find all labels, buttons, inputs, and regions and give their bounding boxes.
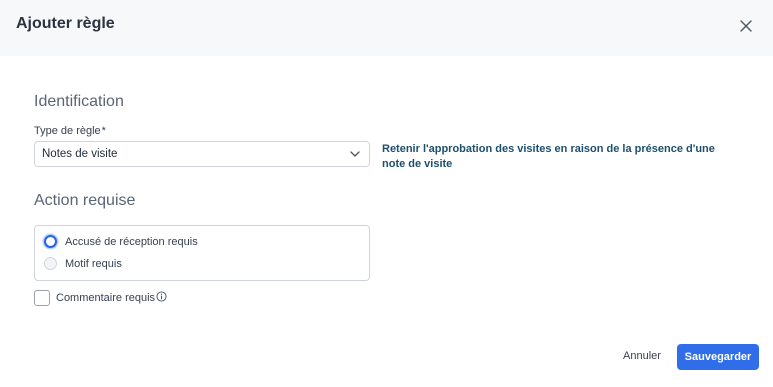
rule-type-description: Retenir l'approbation des visites en rai… [382,143,715,170]
cancel-button[interactable]: Annuler [616,345,668,367]
radio-option-label: Motif requis [65,257,122,270]
radio-option-label: Accusé de réception requis [65,235,198,248]
required-marker: * [101,125,106,137]
comment-required-label: Commentaire requis [56,292,156,304]
close-icon [740,20,752,32]
rule-type-select-value: Notes de visite [42,148,118,160]
dialog-title: Ajouter règle [16,15,115,32]
comment-required-checkbox[interactable] [34,290,50,306]
dialog-header: Ajouter règle [0,0,773,56]
chevron-down-icon [350,151,360,157]
rule-type-select[interactable]: Notes de visite [34,141,370,167]
rule-type-label-text: Type de règle [34,125,101,137]
info-icon[interactable] [156,291,167,302]
action-section-title: Action requise [34,192,136,209]
radio-button-unchecked[interactable] [44,257,57,270]
radio-option-reason[interactable]: Motif requis [44,257,122,270]
radio-button-checked[interactable] [44,235,57,248]
action-radio-group: Accusé de réception requis Motif requis [34,225,370,281]
radio-option-acknowledgement[interactable]: Accusé de réception requis [44,235,198,248]
comment-required-checkbox-row[interactable]: Commentaire requis [34,290,167,306]
rule-type-label: Type de règle* [34,125,106,137]
close-button[interactable] [734,14,758,38]
save-button[interactable]: Sauvegarder [677,344,759,370]
identification-section-title: Identification [34,93,124,110]
